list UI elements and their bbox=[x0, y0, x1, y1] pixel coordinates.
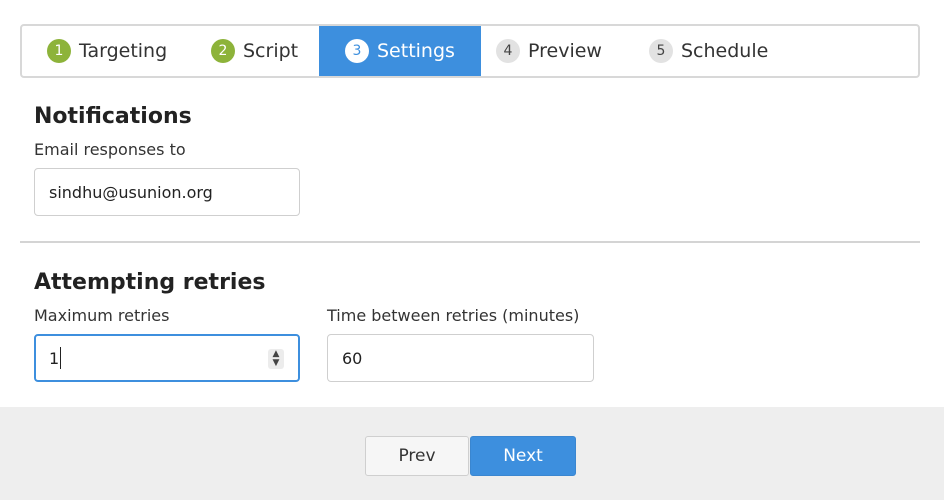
retry-interval-value: 60 bbox=[342, 348, 363, 368]
email-value: sindhu@usunion.org bbox=[49, 182, 213, 202]
max-retries-value: 1 bbox=[49, 348, 60, 368]
step-label: Preview bbox=[528, 40, 602, 62]
section-divider bbox=[20, 241, 920, 243]
wizard-steps: 1 Targeting 2 Script 3 Settings 4 Previe… bbox=[20, 24, 920, 78]
wizard-footer: Prev Next bbox=[0, 407, 944, 500]
retries-heading: Attempting retries bbox=[34, 270, 266, 295]
text-caret bbox=[60, 347, 62, 369]
notifications-heading: Notifications bbox=[34, 104, 192, 129]
email-label: Email responses to bbox=[34, 140, 186, 159]
stepper-arrows-icon[interactable]: ▲ ▼ bbox=[268, 349, 284, 369]
prev-button[interactable]: Prev bbox=[365, 436, 469, 476]
next-button[interactable]: Next bbox=[470, 436, 576, 476]
step-schedule[interactable]: 5 Schedule bbox=[649, 26, 768, 76]
step-label: Targeting bbox=[79, 40, 168, 62]
step-script[interactable]: 2 Script bbox=[211, 26, 298, 76]
step-number-badge: 5 bbox=[649, 39, 673, 63]
step-label: Settings bbox=[377, 40, 455, 62]
stepper-down-icon[interactable]: ▼ bbox=[273, 359, 280, 368]
step-number-badge: 2 bbox=[211, 39, 235, 63]
step-label: Script bbox=[243, 40, 299, 62]
email-field[interactable]: sindhu@usunion.org bbox=[34, 168, 300, 216]
step-number-badge: 4 bbox=[496, 39, 520, 63]
step-settings[interactable]: 3 Settings bbox=[319, 26, 481, 76]
step-preview[interactable]: 4 Preview bbox=[496, 26, 602, 76]
max-retries-label: Maximum retries bbox=[34, 306, 170, 325]
step-number-badge: 3 bbox=[345, 39, 369, 63]
max-retries-stepper[interactable]: 1 ▲ ▼ bbox=[34, 334, 300, 382]
step-label: Schedule bbox=[681, 40, 769, 62]
step-number-badge: 1 bbox=[47, 39, 71, 63]
retry-interval-label: Time between retries (minutes) bbox=[327, 306, 580, 325]
step-targeting[interactable]: 1 Targeting bbox=[47, 26, 167, 76]
retry-interval-field[interactable]: 60 bbox=[327, 334, 594, 382]
